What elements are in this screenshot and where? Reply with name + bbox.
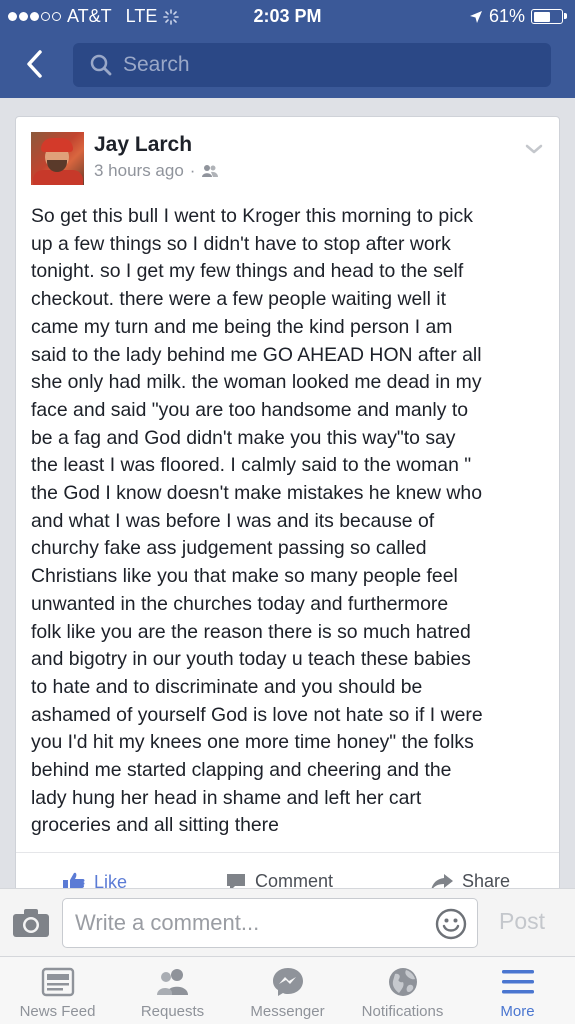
meta-separator: · xyxy=(189,161,196,180)
location-arrow-icon xyxy=(469,10,482,23)
post-comment-button[interactable]: Post xyxy=(499,908,545,935)
tab-more[interactable]: More xyxy=(460,957,575,1024)
tab-label: News Feed xyxy=(19,1003,96,1020)
chevron-left-icon xyxy=(27,50,42,78)
tab-messenger[interactable]: Messenger xyxy=(230,957,345,1024)
tab-bar: News Feed Requests Messenger Notificatio… xyxy=(0,956,575,1024)
search-input[interactable] xyxy=(123,53,523,77)
tab-news-feed[interactable]: News Feed xyxy=(0,957,115,1024)
status-bar: AT&T LTE 2:03 PM 61% xyxy=(0,0,575,34)
tab-label: More xyxy=(500,1003,535,1020)
back-button[interactable] xyxy=(18,46,50,82)
tab-requests[interactable]: Requests xyxy=(115,957,230,1024)
camera-icon xyxy=(13,909,49,937)
emoji-button[interactable] xyxy=(435,908,467,940)
avatar[interactable] xyxy=(31,132,84,185)
comment-input[interactable] xyxy=(75,910,415,936)
menu-icon xyxy=(500,965,536,999)
tab-label: Notifications xyxy=(361,1003,444,1020)
tab-label: Requests xyxy=(140,1003,205,1020)
comment-field[interactable] xyxy=(62,898,478,948)
top-bar: AT&T LTE 2:03 PM 61% xyxy=(0,0,575,98)
battery-fill xyxy=(533,11,550,22)
tab-notifications[interactable]: Notifications xyxy=(345,957,460,1024)
post-author[interactable]: Jay Larch xyxy=(94,133,192,157)
camera-button[interactable] xyxy=(12,908,50,938)
post-timestamp[interactable]: 3 hours ago xyxy=(94,161,184,181)
search-box[interactable] xyxy=(73,43,551,87)
tab-label: Messenger xyxy=(250,1003,325,1020)
globe-icon xyxy=(385,965,421,999)
status-right: 61% xyxy=(469,6,567,27)
chevron-down-icon xyxy=(525,144,543,154)
messenger-icon xyxy=(270,965,306,999)
friends-icon xyxy=(202,165,219,177)
comment-composer: Post xyxy=(0,888,575,956)
post-options-button[interactable] xyxy=(523,141,545,157)
smiley-icon xyxy=(435,908,467,940)
post-body-text: So get this bull I went to Kroger this m… xyxy=(31,205,483,837)
friend-requests-icon xyxy=(155,965,191,999)
news-feed-icon xyxy=(40,965,76,999)
post-card: Jay Larch 3 hours ago · So get this bull… xyxy=(15,116,560,896)
battery-percent: 61% xyxy=(488,6,525,26)
search-icon xyxy=(89,52,115,78)
post-meta: 3 hours ago · xyxy=(94,161,219,181)
battery-icon xyxy=(531,9,567,24)
